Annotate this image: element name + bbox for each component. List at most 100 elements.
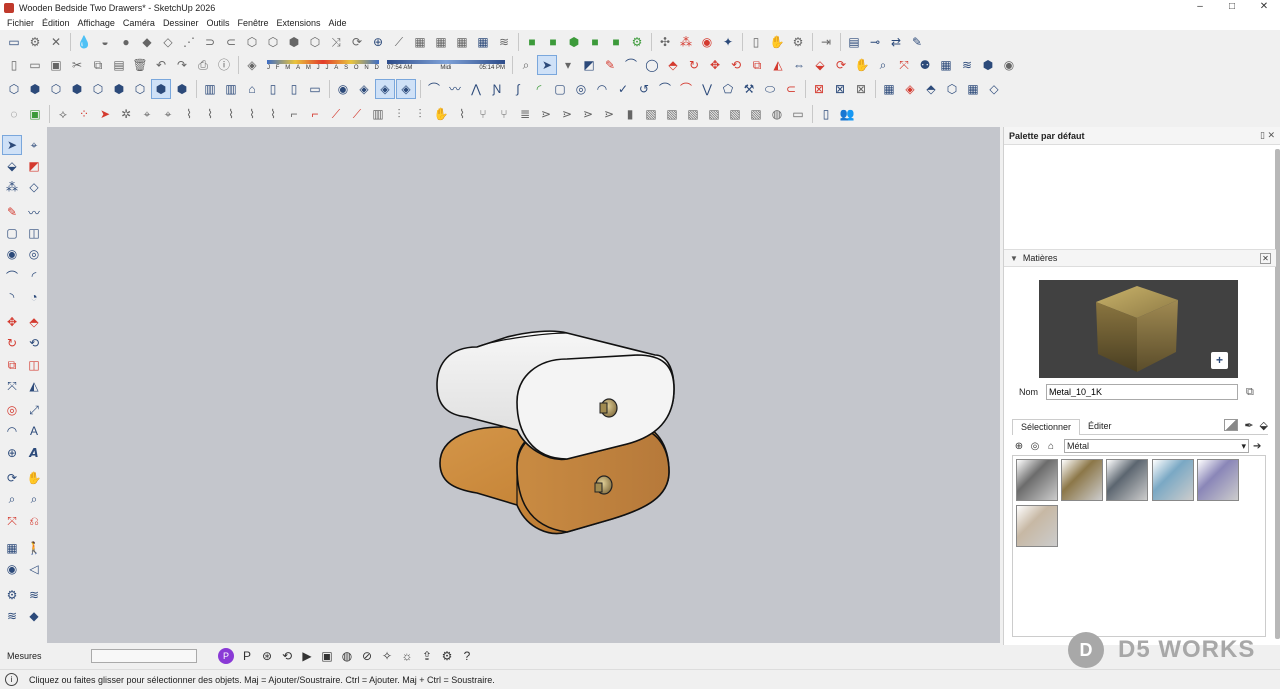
wedge-c-icon[interactable]: ⋗ [599,104,619,124]
copy-icon[interactable]: ⧉ [1246,386,1254,399]
shape-c-icon[interactable]: ⌇ [179,104,199,124]
menu-fichier[interactable]: Fichier [3,18,38,28]
tray-pin-close-icons[interactable]: ▯ ✕ [1260,130,1275,141]
pencil-icon[interactable]: ✎ [600,55,620,75]
view-top-icon[interactable]: ⬢ [25,79,45,99]
grid-blue-icon[interactable]: ▦ [473,32,493,52]
library-select[interactable]: Métal ▾ [1064,439,1249,453]
lasso-icon[interactable]: ⊂ [781,79,801,99]
component-shield-icon[interactable]: ⬢ [564,32,584,52]
perspective-alt-icon[interactable]: ◈ [396,79,416,99]
spiral-icon[interactable]: ◎ [571,79,591,99]
toggle-icon[interactable]: ⊸ [865,32,885,52]
arc-2pt-tool-icon[interactable]: ◜ [24,266,44,286]
lasso-select-icon[interactable]: ◌ [4,104,24,124]
eyedropper-icon[interactable]: ✒ [1244,419,1253,432]
shadow-date-slider[interactable]: J F M A M J J A S O N D [267,54,379,76]
component-box-icon[interactable]: ■ [585,32,605,52]
wedge-b-icon[interactable]: ⋗ [578,104,598,124]
drop-icon[interactable]: 💧 [74,32,94,52]
mesh-surface-icon[interactable]: ▦ [963,79,983,99]
axes-tool-icon[interactable]: ⊕ [2,443,22,463]
mesh-icon[interactable]: ▦ [879,79,899,99]
open-folder-icon[interactable]: ▭ [25,55,45,75]
menu-camera[interactable]: Caméra [119,18,159,28]
chevron-down-icon[interactable]: ▼ [1010,254,1018,263]
view-left-icon[interactable]: ⬢ [109,79,129,99]
mesh-flat-icon[interactable]: ◇ [984,79,1004,99]
hexagon-icon[interactable]: ⬡ [242,32,262,52]
zoom-window-tool-icon[interactable]: ⌕ [24,489,44,509]
sphere-mesh-icon[interactable]: ◍ [767,104,787,124]
style-monochrome-icon[interactable]: ▭ [305,79,325,99]
maximize-button[interactable]: □ [1216,0,1248,15]
home-icon[interactable]: ⌂ [1044,441,1058,452]
tab-editer[interactable]: Éditer [1080,419,1120,435]
circle-icon[interactable]: ◯ [642,55,662,75]
orbit-icon[interactable]: ⟳ [831,55,851,75]
arc-green-icon[interactable]: ◜ [529,79,549,99]
shape-d-icon[interactable]: ⌇ [200,104,220,124]
clear-tool-icon[interactable]: ◇ [24,177,44,197]
protractor-tool-icon[interactable]: ◠ [2,421,22,441]
eraser-icon[interactable]: ◩ [579,55,599,75]
look-around-tool-icon[interactable]: ◉ [2,559,22,579]
rotate-tool-icon[interactable]: ↻ [2,333,22,353]
pie-tool-icon[interactable]: ◔ [24,287,44,307]
wedge-icon[interactable]: ⋗ [536,104,556,124]
material-name-input[interactable] [1046,384,1239,400]
offset-tool-icon[interactable]: ◫ [24,355,44,375]
section-plane-tool-icon[interactable]: ◁ [24,559,44,579]
model-info-icon[interactable]: ⓘ [214,55,234,75]
select-arrow-icon[interactable]: ➤ [537,55,557,75]
perspective-icon[interactable]: ◈ [375,79,395,99]
tab-selectionner[interactable]: Sélectionner [1012,419,1081,435]
materials-panel-header[interactable]: ▼ Matières ✕ [1004,249,1276,267]
arc-small-icon[interactable]: ⌒ [655,79,675,99]
comb-alt-icon[interactable]: ⫶ [410,104,430,124]
view-textured-icon[interactable]: ⬢ [172,79,192,99]
move-tool-icon[interactable]: ✥ [2,312,22,332]
warehouse-icon[interactable]: ⬢ [978,55,998,75]
mesh-red-icon[interactable]: ◈ [900,79,920,99]
view-iso-icon[interactable]: ⬡ [4,79,24,99]
zoom-icon[interactable]: ⌕ [516,55,536,75]
component-cube-icon[interactable]: ■ [522,32,542,52]
sun-render-icon[interactable]: ◉ [697,32,717,52]
hatch-e-icon[interactable]: ▧ [746,104,766,124]
tag-tool-icon[interactable]: ⁂ [2,177,22,197]
hatch-alt-icon[interactable]: ▧ [662,104,682,124]
hatch-b-icon[interactable]: ▧ [683,104,703,124]
view-back-icon[interactable]: ⬡ [88,79,108,99]
measure-input[interactable] [91,649,197,663]
solid-tool-icon[interactable]: ◭ [24,376,44,396]
extension-warehouse-tool-icon[interactable]: ≋ [24,585,44,605]
warehouse-tool-icon[interactable]: ⚙ [2,585,22,605]
move-icon[interactable]: ✥ [705,55,725,75]
component-cube-alt-icon[interactable]: ■ [543,32,563,52]
view-shaded-icon[interactable]: ⬢ [151,79,171,99]
undo-icon[interactable]: ↶ [151,55,171,75]
polygon-icon[interactable]: ⬠ [718,79,738,99]
menu-dessiner[interactable]: Dessiner [159,18,203,28]
style-textured-icon[interactable]: ◆ [137,32,157,52]
magnet-alt-icon[interactable]: ⊂ [221,32,241,52]
sun-icon[interactable]: ☼ [397,646,417,666]
shape-b-icon[interactable]: ⌖ [158,104,178,124]
add-circle-icon[interactable]: ⊕ [368,32,388,52]
grid-tilted-icon[interactable]: ▦ [431,32,451,52]
comb-icon[interactable]: ⫶ [389,104,409,124]
cross-box-gray-icon[interactable]: ⊠ [851,79,871,99]
style-shaded-icon[interactable]: ● [116,32,136,52]
default-material-swatch[interactable] [1224,419,1239,431]
walk-icon[interactable]: ⚉ [915,55,935,75]
paint-bucket-icon[interactable]: ⬙ [810,55,830,75]
cut-icon[interactable]: ✂ [67,55,87,75]
details-arrow-icon[interactable]: ➔ [1253,441,1261,452]
zoom-extents-icon[interactable]: ⤧ [894,55,914,75]
shape-g-icon[interactable]: ⌇ [263,104,283,124]
component-settings-icon[interactable]: ⚙ [627,32,647,52]
gear-tool-icon[interactable]: ✲ [116,104,136,124]
hatch-icon[interactable]: ▧ [641,104,661,124]
dropdown-arrow-icon[interactable]: ▾ [558,55,578,75]
